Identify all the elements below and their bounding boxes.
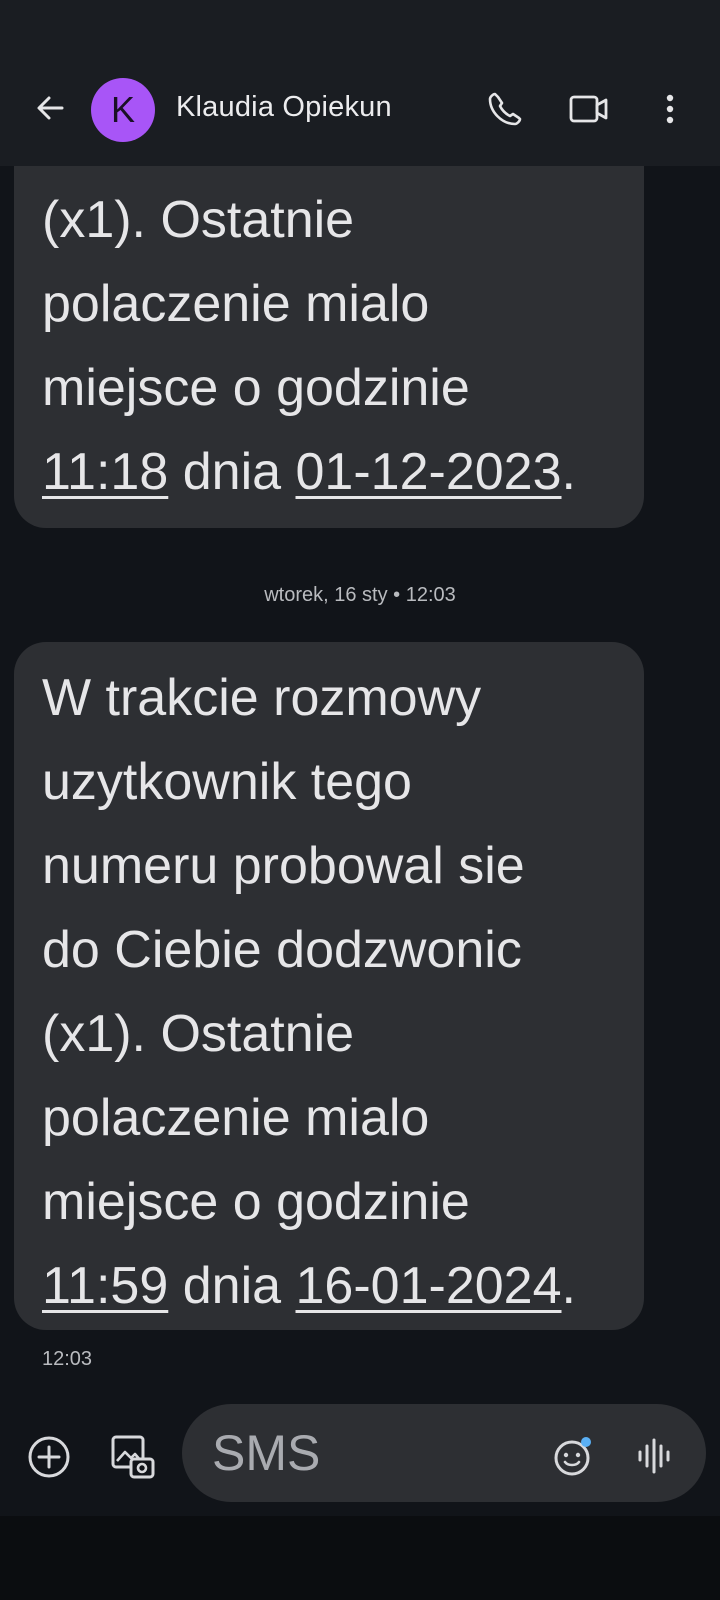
add-attachment-button[interactable] xyxy=(26,1436,72,1482)
back-button[interactable] xyxy=(28,88,72,132)
date-link[interactable]: 01-12-2023 xyxy=(296,443,562,501)
phone-icon xyxy=(487,91,523,132)
message-line: uzytkownik tego xyxy=(42,753,412,811)
message-line: 11:18 dnia 01-12-2023. xyxy=(42,430,624,514)
message-fragment: dnia xyxy=(168,1257,296,1315)
message-text: (x1). Ostatnie polaczenie mialo miejsce … xyxy=(42,178,624,514)
date-divider: wtorek, 16 sty • 12:03 xyxy=(264,584,456,606)
voice-message-button[interactable] xyxy=(634,1436,674,1480)
video-call-icon xyxy=(569,94,609,129)
message-bubble[interactable]: W trakcie rozmowy uzytkownik tego numeru… xyxy=(14,642,644,1330)
time-link[interactable]: 11:18 xyxy=(42,443,168,501)
avatar[interactable]: K xyxy=(91,78,155,142)
app-bar: K Klaudia Opiekun xyxy=(0,60,720,166)
message-line: polaczenie mialo xyxy=(42,275,430,333)
composer xyxy=(0,1400,720,1516)
voice-waveform-icon xyxy=(637,1438,671,1479)
avatar-letter: K xyxy=(110,89,135,130)
message-line: (x1). Ostatnie xyxy=(42,1005,355,1063)
emoji-button[interactable] xyxy=(552,1436,596,1480)
emoji-icon xyxy=(552,1434,596,1483)
contact-name[interactable]: Klaudia Opiekun xyxy=(176,91,392,124)
gallery-button[interactable] xyxy=(110,1435,156,1484)
date-link[interactable]: 16-01-2024 xyxy=(296,1257,562,1315)
message-bubble[interactable]: (x1). Ostatnie polaczenie mialo miejsce … xyxy=(14,166,644,528)
call-button[interactable] xyxy=(480,86,530,136)
video-call-button[interactable] xyxy=(562,86,616,136)
message-fragment: dnia xyxy=(168,443,296,501)
message-line: numeru probowal sie xyxy=(42,837,525,895)
message-line: do Ciebie dodzwonic xyxy=(42,921,522,979)
message-fragment: . xyxy=(561,443,576,501)
message-fragment: . xyxy=(561,1257,576,1315)
more-options-button[interactable] xyxy=(648,86,692,136)
message-line: miejsce o godzinie xyxy=(42,359,470,417)
conversation[interactable]: (x1). Ostatnie polaczenie mialo miejsce … xyxy=(0,166,720,1400)
message-line: polaczenie mialo xyxy=(42,1089,430,1147)
message-line: (x1). Ostatnie xyxy=(42,191,355,249)
more-vert-icon xyxy=(665,94,675,129)
status-bar xyxy=(0,0,720,60)
add-circle-icon xyxy=(27,1435,71,1484)
message-timestamp: 12:03 xyxy=(42,1348,93,1370)
message-line: 11:59 dnia 16-01-2024. xyxy=(42,1244,616,1328)
message-line: miejsce o godzinie xyxy=(42,1173,470,1231)
navigation-bar xyxy=(0,1516,720,1600)
message-line: W trakcie rozmowy xyxy=(42,669,482,727)
sms-input[interactable] xyxy=(210,1422,514,1484)
message-input-pill[interactable] xyxy=(182,1404,706,1502)
gallery-icon xyxy=(111,1435,155,1484)
arrow-back-icon xyxy=(34,92,66,129)
time-link[interactable]: 11:59 xyxy=(42,1257,168,1315)
